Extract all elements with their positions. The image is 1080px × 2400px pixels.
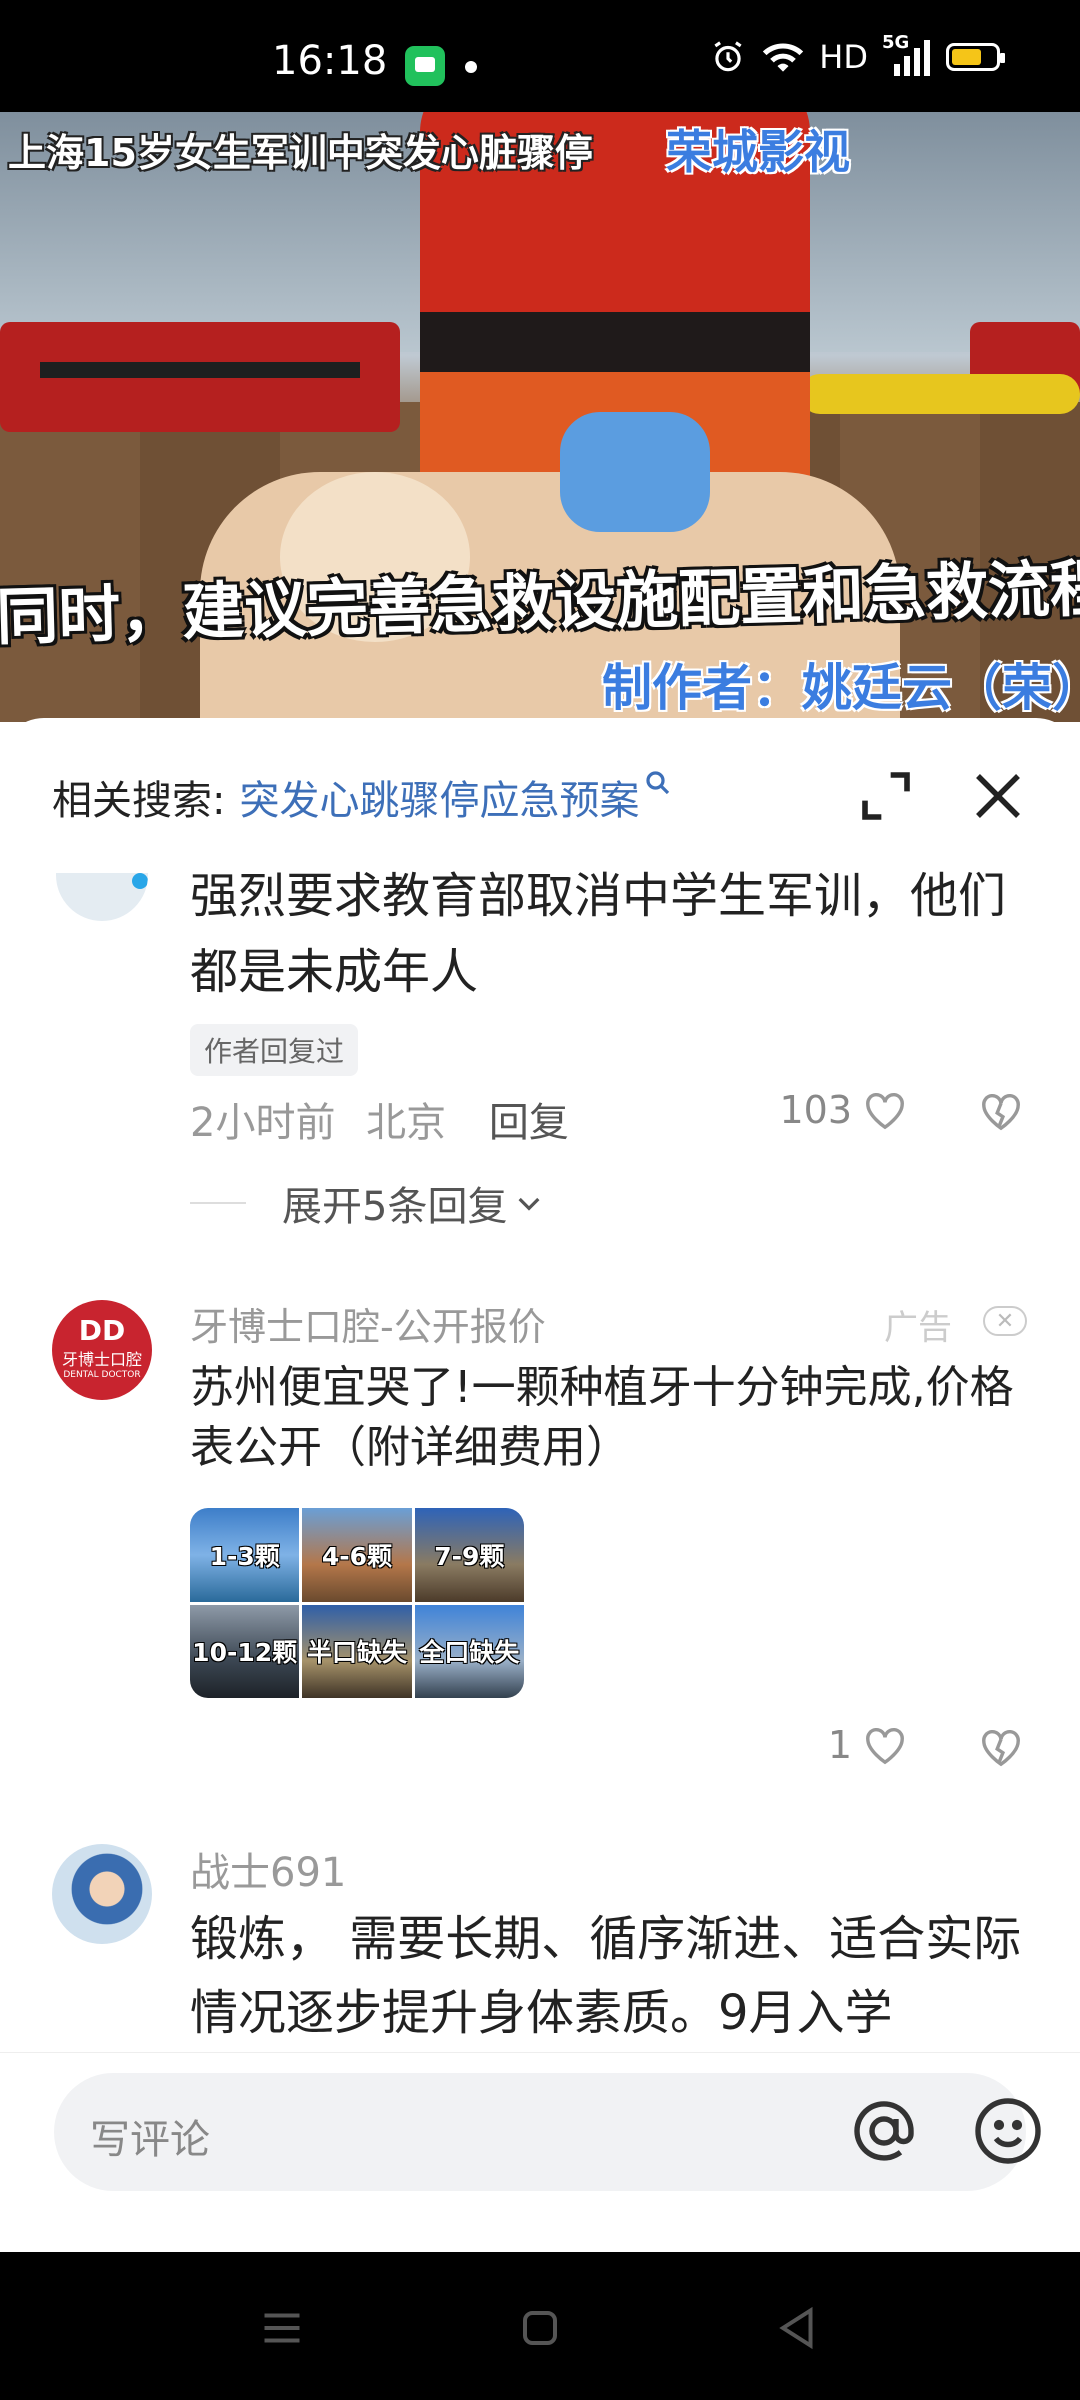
close-icon[interactable] xyxy=(968,766,1028,826)
like-count: 1 xyxy=(827,1723,852,1767)
search-icon[interactable] xyxy=(643,768,673,798)
emoji-icon[interactable] xyxy=(972,2095,1044,2167)
fullscreen-icon[interactable] xyxy=(858,768,914,824)
comment-time: 2小时前 xyxy=(190,1100,336,1146)
comment-text: 强烈要求教育部取消中学生军训，他们都是未成年人 xyxy=(190,868,1007,1000)
wifi-icon xyxy=(763,43,804,72)
avatar[interactable] xyxy=(52,1844,152,1944)
related-search: 相关搜索: 突发心跳骤停应急预案 xyxy=(52,768,673,826)
notification-dot-icon xyxy=(465,61,477,73)
ad-like-button[interactable]: 1 xyxy=(828,1723,908,1767)
video-title-caption: 上海15岁女生军训中突发心脏骤停 xyxy=(8,131,593,175)
home-icon[interactable] xyxy=(510,2298,570,2358)
rescue-bag-image xyxy=(0,322,400,432)
avatar[interactable] xyxy=(56,873,148,921)
advertiser-name[interactable]: 牙博士口腔-公开报价 xyxy=(190,1296,546,1351)
message-app-icon xyxy=(405,46,445,86)
video-brand-caption: 荣城影视 xyxy=(666,125,850,179)
system-navigation-bar xyxy=(0,2252,1080,2400)
ad-tile[interactable]: 10-12颗 xyxy=(190,1604,300,1698)
ad-tile[interactable]: 1-3颗 xyxy=(190,1508,300,1602)
logo-text: 牙博士口腔 xyxy=(61,1350,142,1369)
signal-label: 5G xyxy=(882,32,910,53)
ad-close-button[interactable]: ✕ xyxy=(983,1306,1027,1336)
reply-button[interactable]: 回复 xyxy=(489,1100,569,1146)
related-search-label: 相关搜索: xyxy=(52,778,226,824)
mention-icon[interactable] xyxy=(848,2095,920,2167)
network-type-label: HD xyxy=(819,38,868,76)
expand-replies-button[interactable]: 展开5条回复 xyxy=(190,1174,545,1232)
logo-mark: DD xyxy=(78,1314,126,1347)
logo-text-en: DENTAL DOCTOR xyxy=(63,1370,141,1380)
comment-meta: 2小时前 北京 回复 xyxy=(190,1090,569,1148)
heart-icon xyxy=(866,1728,904,1765)
ad-label: 广告 xyxy=(884,1308,952,1348)
author-replied-badge: 作者回复过 xyxy=(190,1024,359,1076)
ad-tile[interactable]: 7-9颗 xyxy=(414,1508,524,1602)
comment-text: 锻炼， 需要长期、循序渐进、适合实际情况逐步提升身体素质。9月入学 xyxy=(190,1911,1022,2041)
status-bar: 16:18 HD 5G xyxy=(0,0,1080,112)
broken-heart-icon[interactable] xyxy=(978,1726,1024,1768)
ad-text[interactable]: 苏州便宜哭了!一颗种植牙十分钟完成,价格表公开（附详细费用） xyxy=(190,1358,1040,1478)
related-search-link[interactable]: 突发心跳骤停应急预案 xyxy=(239,768,639,826)
back-icon[interactable] xyxy=(768,2298,828,2358)
comment-input-bar: 写评论 xyxy=(0,2052,1080,2253)
alarm-icon xyxy=(714,41,742,72)
like-count: 103 xyxy=(779,1088,852,1132)
comment-location: 北京 xyxy=(366,1100,447,1146)
signal-icon: 5G xyxy=(882,32,932,76)
video-author-caption: 制作者：姚廷云（荣） xyxy=(602,659,1080,717)
commenter-name[interactable]: 战士691 xyxy=(190,1840,346,1898)
comment-input[interactable]: 写评论 xyxy=(54,2073,1041,2191)
ad-tile[interactable]: 半口缺失 xyxy=(302,1604,412,1698)
comment-sheet: 相关搜索: 突发心跳骤停应急预案 强烈要求教育部取消中学生军训，他们都是未成年人… xyxy=(0,718,1080,2253)
battery-icon xyxy=(946,43,1005,71)
chevron-down-icon xyxy=(518,1197,540,1211)
comment-input-placeholder: 写评论 xyxy=(90,2117,210,2163)
video-player[interactable]: 上海15岁女生军训中突发心脏骤停 荣城影视 同时，建议完善急救设施配置和急救流程… xyxy=(0,112,1080,722)
status-time: 16:18 xyxy=(272,38,388,84)
ad-image-grid[interactable]: 1-3颗 4-6颗 7-9颗 10-12颗 半口缺失 全口缺失 xyxy=(190,1508,524,1698)
broken-heart-icon[interactable] xyxy=(978,1090,1024,1132)
ad-tile[interactable]: 4-6颗 xyxy=(302,1508,412,1602)
expand-replies-label: 展开5条回复 xyxy=(282,1184,508,1230)
heart-icon xyxy=(866,1093,904,1130)
like-button[interactable]: 103 xyxy=(779,1088,908,1132)
advertiser-logo[interactable]: DD 牙博士口腔 DENTAL DOCTOR xyxy=(52,1300,152,1400)
menu-icon[interactable] xyxy=(252,2298,312,2358)
status-icons: HD 5G xyxy=(709,32,1005,76)
ad-tile[interactable]: 全口缺失 xyxy=(414,1604,524,1698)
